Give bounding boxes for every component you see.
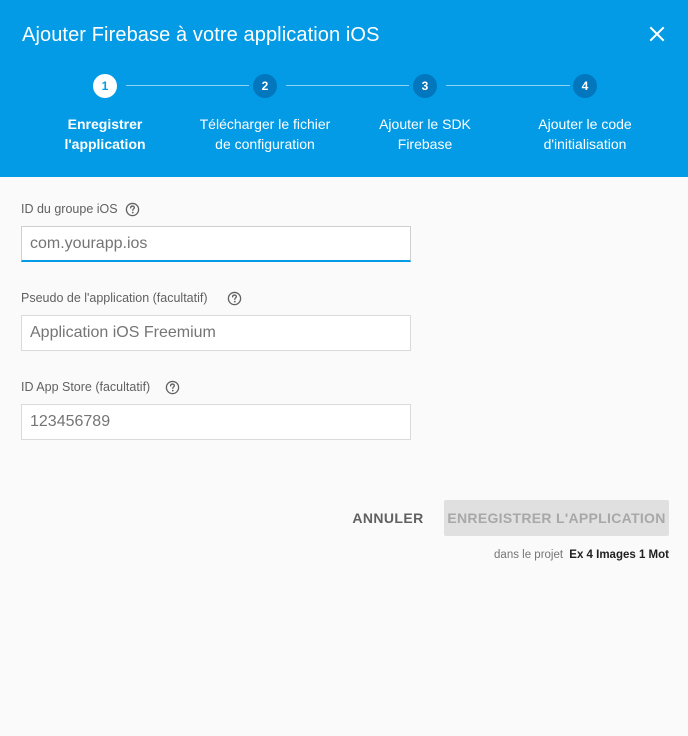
- project-info: dans le projet Ex 4 Images 1 Mot: [494, 549, 669, 561]
- step-4-number[interactable]: 4: [573, 74, 597, 98]
- step-1-number[interactable]: 1: [93, 74, 117, 98]
- project-prefix: dans le projet: [494, 549, 564, 561]
- register-app-button[interactable]: ENREGISTRER L'APPLICATION: [444, 500, 669, 536]
- help-circle-icon[interactable]: [125, 202, 140, 217]
- step-3-number[interactable]: 3: [413, 74, 437, 98]
- dialog-title: Ajouter Firebase à votre application iOS: [22, 24, 380, 46]
- app-store-id-label: ID App Store (facultatif): [21, 380, 151, 394]
- app-nickname-input[interactable]: [21, 315, 411, 351]
- stepper-connector: [446, 85, 570, 86]
- bundle-id-label: ID du groupe iOS: [21, 202, 118, 216]
- step-2-label[interactable]: Télécharger le fichier de configuration: [185, 114, 345, 154]
- step-2-number[interactable]: 2: [253, 74, 277, 98]
- step-1-label[interactable]: Enregistrer l'application: [25, 114, 185, 154]
- help-circle-icon[interactable]: [227, 291, 242, 306]
- stepper-connector: [126, 85, 249, 86]
- stepper-connector: [286, 85, 409, 86]
- close-icon[interactable]: [645, 22, 669, 46]
- bundle-id-input[interactable]: [21, 226, 411, 262]
- project-name: Ex 4 Images 1 Mot: [569, 549, 669, 561]
- dialog-header: Ajouter Firebase à votre application iOS…: [0, 0, 688, 177]
- step-4-label[interactable]: Ajouter le code d'initialisation: [505, 114, 665, 154]
- app-store-id-input[interactable]: [21, 404, 411, 440]
- step-3-label[interactable]: Ajouter le SDK Firebase: [345, 114, 505, 154]
- help-circle-icon[interactable]: [165, 380, 180, 395]
- cancel-button[interactable]: ANNULER: [342, 500, 434, 536]
- app-nickname-label: Pseudo de l'application (facultatif): [21, 291, 208, 305]
